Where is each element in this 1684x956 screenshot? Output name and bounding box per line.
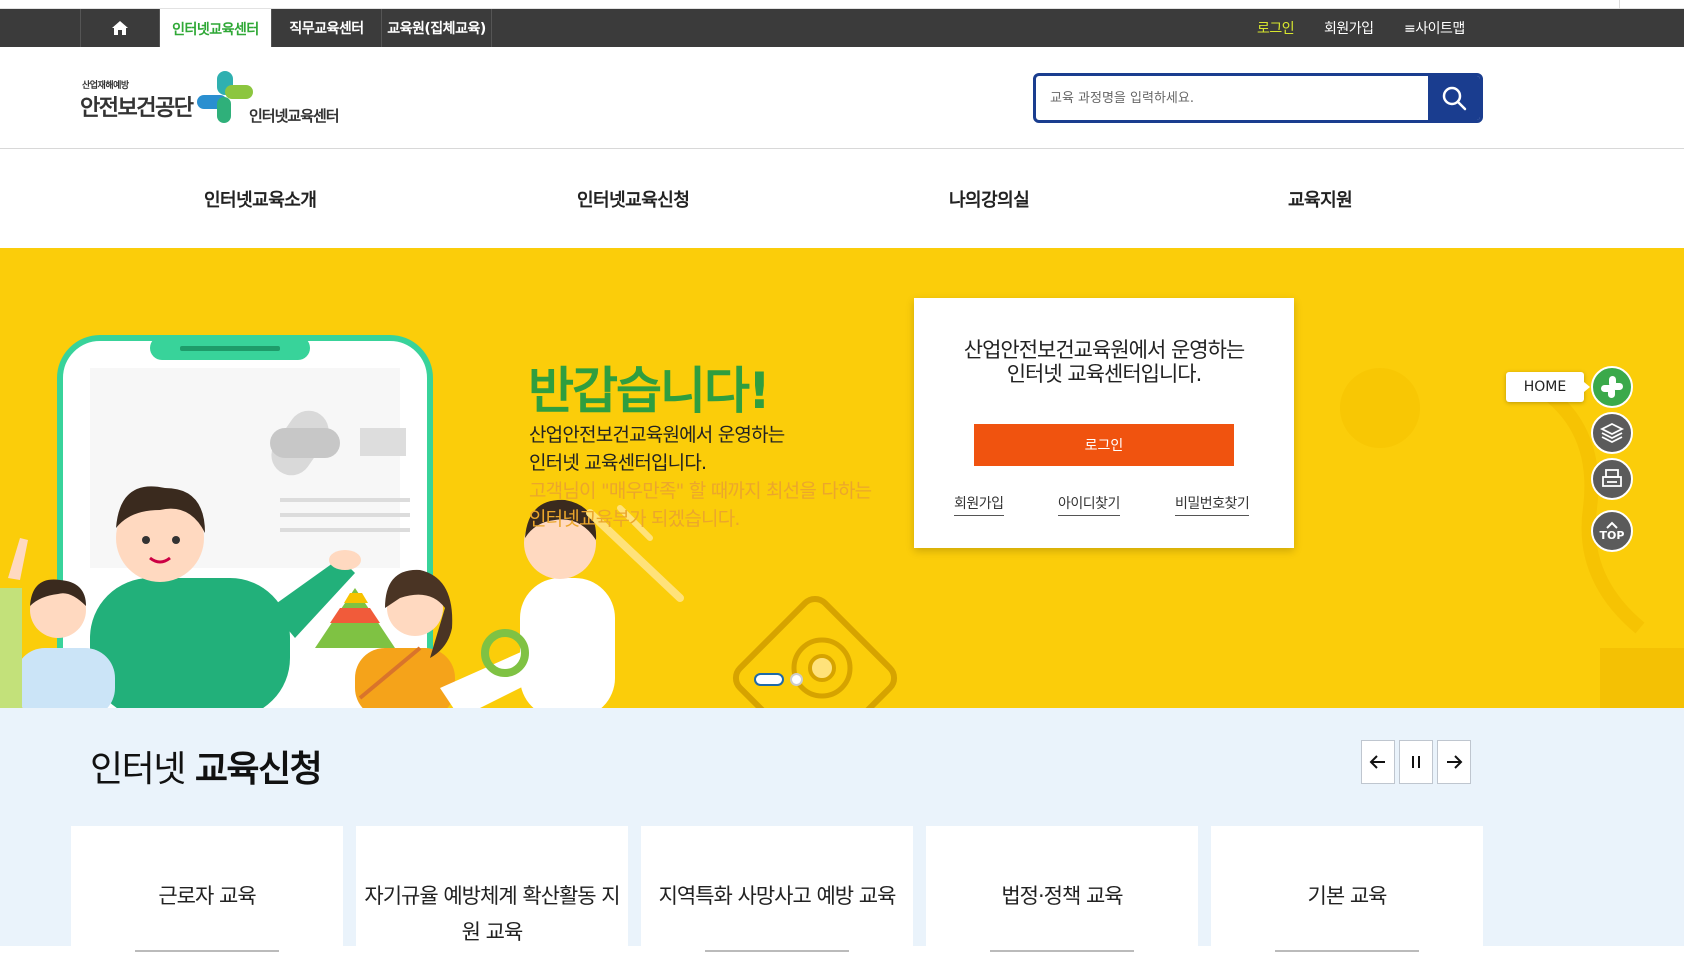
chevron-up-icon	[1606, 521, 1618, 529]
search-input[interactable]	[1036, 76, 1431, 120]
hero-welcome-title: 반갑습니다!	[528, 362, 771, 420]
login-card-line-2: 인터넷 교육센터입니다.	[1006, 362, 1203, 386]
login-button[interactable]: 로그인	[974, 424, 1234, 466]
home-button[interactable]	[80, 9, 160, 47]
find-id-link[interactable]: 아이디찾기	[1058, 493, 1120, 516]
tab-job-edu-center[interactable]: 직무교육센터	[272, 9, 382, 47]
internet-edu-apply-section: 인터넷 교육신청 근로자 교육 자기규율 예방체계 확산활동 지원 교육 지역특…	[0, 708, 1684, 956]
course-card-button[interactable]	[705, 950, 849, 952]
nav-edu-support[interactable]: 교육지원	[1288, 186, 1353, 212]
nav-my-classroom[interactable]: 나의강의실	[949, 186, 1030, 212]
search-button[interactable]	[1428, 76, 1480, 120]
course-card-button[interactable]	[1275, 950, 1419, 952]
next-button[interactable]	[1437, 740, 1471, 784]
course-card-name: 법정·정책 교육	[1001, 884, 1123, 908]
printer-icon	[1602, 469, 1622, 487]
sitemap-link[interactable]: ≡사이트맵	[1404, 9, 1465, 47]
login-card: 산업안전보건교육원에서 운영하는 인터넷 교육센터입니다. 로그인 회원가입 아…	[914, 298, 1294, 548]
pause-icon	[1412, 756, 1420, 768]
prev-button[interactable]	[1361, 740, 1395, 784]
hero-desc-line-4: 인터넷교육부가 되겠습니다.	[529, 508, 740, 530]
course-card[interactable]: 근로자 교육	[71, 826, 343, 956]
slider-dot-2[interactable]	[790, 672, 803, 686]
signup-link[interactable]: 회원가입	[1324, 9, 1374, 47]
find-password-link[interactable]: 비밀번호찾기	[1175, 493, 1250, 516]
tab-group-edu[interactable]: 교육원(집체교육)	[382, 9, 492, 47]
signup-link-card[interactable]: 회원가입	[954, 493, 1004, 516]
quick-home-button[interactable]	[1591, 366, 1633, 408]
arrow-right-icon	[1447, 755, 1463, 769]
login-link[interactable]: 로그인	[1257, 9, 1295, 47]
site-header: 산업재해예방 안전보건공단 인터넷교육센터	[0, 47, 1684, 149]
course-card-button[interactable]	[135, 950, 279, 952]
nav-internet-edu-apply[interactable]: 인터넷교육신청	[577, 186, 690, 212]
hero-desc-line-3: 고객님이 "매우만족" 할 때까지 최선을 다하는	[529, 480, 872, 502]
search-box	[1033, 73, 1483, 123]
hero-desc-line-1: 산업안전보건교육원에서 운영하는	[529, 424, 785, 446]
course-card[interactable]: 지역특화 사망사고 예방 교육	[641, 826, 913, 956]
arrow-left-icon	[1369, 755, 1385, 769]
course-card[interactable]: 자기규율 예방체계 확산활동 지원 교육	[356, 826, 628, 956]
quick-layers-button[interactable]	[1591, 412, 1633, 454]
pause-button[interactable]	[1399, 740, 1433, 784]
course-card-name: 근로자 교육	[158, 884, 256, 908]
logo-sub-text: 인터넷교육센터	[249, 107, 340, 125]
top-utility-bar: 인터넷교육센터 직무교육센터 교육원(집체교육) 로그인 회원가입 ≡사이트맵	[0, 9, 1684, 48]
top-label: TOP	[1599, 528, 1625, 542]
slider-pagination	[754, 672, 803, 686]
scroll-top-button[interactable]: TOP	[1591, 510, 1633, 552]
course-card[interactable]: 기본 교육	[1211, 826, 1483, 956]
course-card[interactable]: 법정·정책 교육	[926, 826, 1198, 956]
browser-top-strip	[0, 0, 1684, 9]
section-title: 인터넷 교육신청	[90, 740, 323, 792]
slider-dot-1[interactable]	[754, 672, 784, 686]
hero-desc-line-2: 인터넷 교육센터입니다.	[529, 452, 707, 474]
quick-print-button[interactable]	[1591, 458, 1633, 500]
strip-edge	[1619, 0, 1620, 9]
course-card-name: 자기규율 예방체계 확산활동 지원 교육	[364, 884, 620, 944]
logo-main-text: 안전보건공단	[80, 96, 194, 121]
hero-banner: 반갑습니다! 산업안전보건교육원에서 운영하는 인터넷 교육센터입니다. 고객님…	[0, 248, 1684, 708]
course-card-name: 지역특화 사망사고 예방 교육	[658, 884, 897, 908]
clover-icon	[1601, 376, 1623, 398]
tab-internet-edu-center[interactable]: 인터넷교육센터	[160, 9, 272, 48]
course-card-button[interactable]	[990, 950, 1134, 952]
main-navigation: 인터넷교육소개 인터넷교육신청 나의강의실 교육지원	[0, 150, 1684, 248]
logo-cross-icon	[197, 71, 253, 123]
home-icon	[112, 21, 128, 35]
search-icon	[1442, 86, 1467, 111]
section-title-light: 인터넷	[90, 749, 195, 790]
nav-internet-edu-intro[interactable]: 인터넷교육소개	[204, 186, 317, 212]
site-logo[interactable]: 산업재해예방 안전보건공단 인터넷교육센터	[80, 69, 360, 129]
layers-icon	[1600, 422, 1624, 444]
section-title-bold: 교육신청	[194, 749, 323, 790]
course-card-name: 기본 교육	[1307, 884, 1388, 908]
quick-home-label[interactable]: HOME	[1506, 372, 1590, 402]
